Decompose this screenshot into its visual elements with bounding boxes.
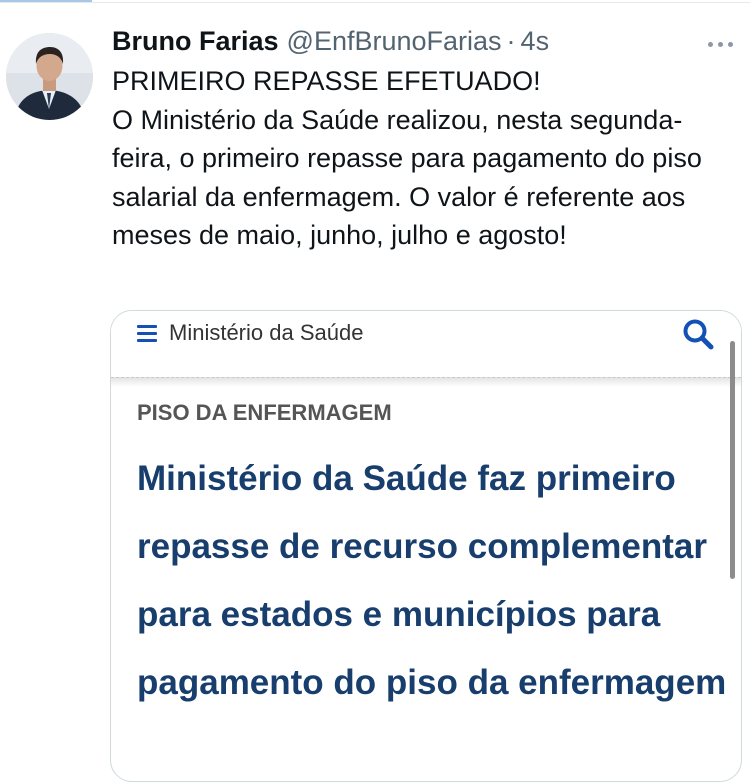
more-dot xyxy=(707,41,713,47)
tweet-text-body: O Ministério da Saúde realizou, nesta se… xyxy=(112,104,702,251)
menu-line xyxy=(137,325,157,328)
menu-line xyxy=(137,332,157,335)
tweet-text-headline: PRIMEIRO REPASSE EFETUADO! xyxy=(112,66,541,96)
site-name: Ministério da Saúde xyxy=(169,320,364,345)
tweet-timestamp[interactable]: 4s xyxy=(521,26,550,56)
hamburger-menu-icon[interactable] xyxy=(137,325,157,342)
more-dot xyxy=(727,41,733,47)
card-site-header: Ministério da Saúde xyxy=(111,311,741,377)
header-divider xyxy=(111,377,741,378)
header-separator: · xyxy=(506,26,516,56)
menu-line xyxy=(137,339,157,342)
author-name[interactable]: Bruno Farias xyxy=(112,26,279,56)
search-icon[interactable] xyxy=(681,317,715,351)
section-label: PISO DA ENFERMAGEM xyxy=(137,400,392,425)
top-divider xyxy=(0,2,750,3)
tweet-text: PRIMEIRO REPASSE EFETUADO! O Ministério … xyxy=(112,62,732,255)
more-dot xyxy=(717,41,723,47)
more-options-icon[interactable] xyxy=(704,32,736,56)
avatar-image xyxy=(6,33,93,120)
tweet-header: Bruno Farias @EnfBrunoFarias · 4s xyxy=(112,26,750,58)
link-preview-card[interactable]: Ministério da Saúde PISO DA ENFERMAGEM M… xyxy=(110,310,742,782)
avatar[interactable] xyxy=(6,33,93,120)
author-handle[interactable]: @EnfBrunoFarias xyxy=(287,26,502,56)
card-scrollbar[interactable] xyxy=(730,341,735,579)
header-shadow xyxy=(111,377,741,387)
article-headline[interactable]: Ministério da Saúde faz primeiro repasse… xyxy=(137,445,727,717)
